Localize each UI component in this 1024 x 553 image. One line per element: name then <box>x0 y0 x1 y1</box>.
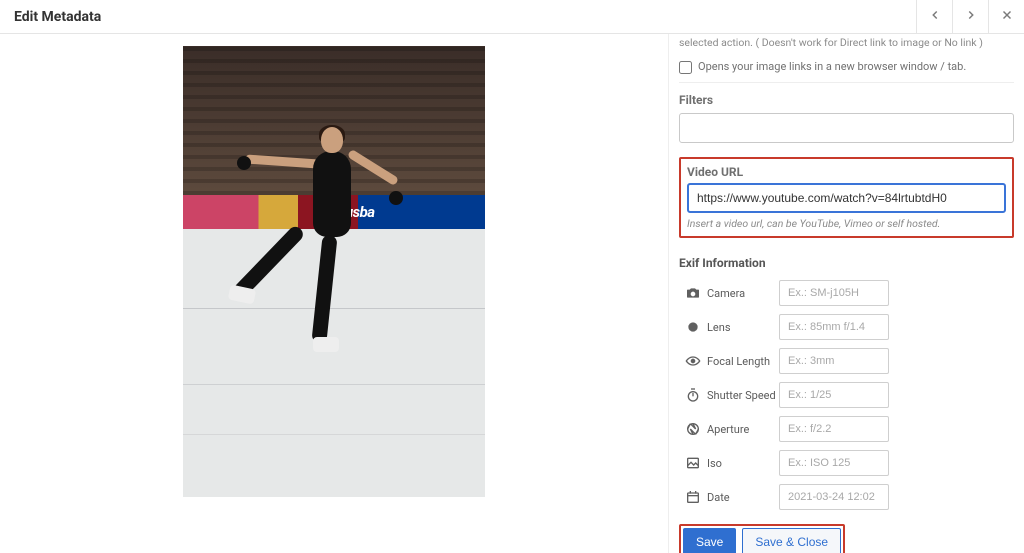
exif-input-shutter[interactable] <box>779 382 889 408</box>
video-url-input[interactable] <box>687 183 1006 213</box>
aperture-icon <box>679 421 707 437</box>
divider <box>679 82 1014 83</box>
exif-label: Lens <box>707 321 779 334</box>
exif-row-focal: Focal Length <box>679 348 1014 374</box>
close-button[interactable] <box>988 0 1024 34</box>
exif-input-camera[interactable] <box>779 280 889 306</box>
exif-label: Date <box>707 491 779 504</box>
exif-label: Iso <box>707 457 779 470</box>
exif-input-iso[interactable] <box>779 450 889 476</box>
image-icon <box>679 455 707 471</box>
exif-input-lens[interactable] <box>779 314 889 340</box>
exif-row-aperture: Aperture <box>679 416 1014 442</box>
exif-row-camera: Camera <box>679 280 1014 306</box>
exif-row-date: Date <box>679 484 1014 510</box>
image-preview: usba <box>183 46 485 497</box>
video-url-section: Video URL Insert a video url, can be You… <box>679 157 1014 239</box>
exif-label: Aperture <box>707 423 779 436</box>
stopwatch-icon <box>679 387 707 403</box>
modal-title: Edit Metadata <box>14 9 101 25</box>
exif-row-iso: Iso <box>679 450 1014 476</box>
chevron-left-icon <box>928 8 942 26</box>
save-close-button[interactable]: Save & Close <box>742 528 841 553</box>
save-button[interactable]: Save <box>683 528 736 553</box>
open-new-window-checkbox[interactable] <box>679 61 692 74</box>
metadata-panel: selected action. ( Doesn't work for Dire… <box>668 34 1024 553</box>
video-url-label: Video URL <box>687 165 1006 179</box>
exif-label: Focal Length <box>707 355 779 368</box>
prev-button[interactable] <box>916 0 952 34</box>
eye-icon <box>679 353 707 369</box>
modal-header: Edit Metadata <box>0 0 1024 34</box>
filters-input[interactable] <box>679 113 1014 143</box>
exif-row-shutter: Shutter Speed <box>679 382 1014 408</box>
exif-title: Exif Information <box>679 256 1014 270</box>
close-icon <box>1000 8 1014 26</box>
camera-icon <box>679 285 707 301</box>
calendar-icon <box>679 489 707 505</box>
exif-input-date[interactable] <box>779 484 889 510</box>
image-preview-column: usba <box>0 34 668 553</box>
action-buttons: Save Save & Close <box>679 524 845 553</box>
exif-input-focal[interactable] <box>779 348 889 374</box>
open-new-window-label: Opens your image links in a new browser … <box>698 60 966 73</box>
link-help-text: selected action. ( Doesn't work for Dire… <box>679 36 1014 50</box>
next-button[interactable] <box>952 0 988 34</box>
nav-buttons <box>916 0 1024 34</box>
lens-icon <box>679 319 707 335</box>
exif-input-aperture[interactable] <box>779 416 889 442</box>
exif-label: Camera <box>707 287 779 300</box>
exif-row-lens: Lens <box>679 314 1014 340</box>
video-url-help: Insert a video url, can be YouTube, Vime… <box>687 217 1006 231</box>
chevron-right-icon <box>964 8 978 26</box>
filters-title: Filters <box>679 93 1014 107</box>
exif-label: Shutter Speed <box>707 389 779 402</box>
